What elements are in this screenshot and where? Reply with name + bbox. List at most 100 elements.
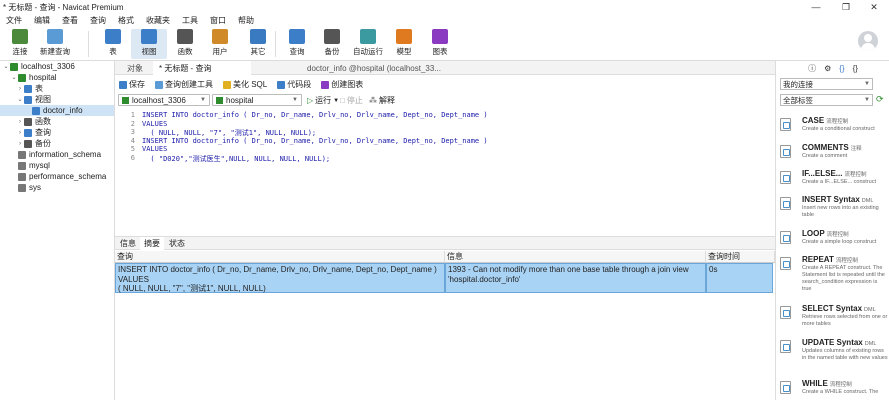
maximize-button[interactable]: ❐ bbox=[831, 0, 861, 14]
tag-filter-select[interactable]: 全部标签 ▼ bbox=[780, 94, 873, 106]
menu-edit[interactable]: 编辑 bbox=[28, 15, 56, 26]
gear-icon[interactable]: ⚙ bbox=[824, 64, 831, 73]
tab-untitled-query[interactable]: * 无标题 - 查询 bbox=[153, 61, 251, 75]
expand-arrow-icon[interactable]: ⌄ bbox=[16, 96, 24, 103]
expand-arrow-icon[interactable]: › bbox=[16, 130, 24, 136]
sql-editor[interactable]: 1 2 3 4 5 6 INSERT INTO doctor_info ( Dr… bbox=[115, 109, 775, 235]
menu-query[interactable]: 查询 bbox=[84, 15, 112, 26]
tab-objects[interactable]: 对象 bbox=[121, 61, 149, 75]
connect-icon bbox=[12, 29, 28, 44]
view-button[interactable]: 视图 bbox=[131, 29, 167, 59]
tree-views[interactable]: ⌄ 视图 bbox=[16, 94, 114, 105]
tree-view-doctor-info[interactable]: doctor_info bbox=[0, 105, 114, 116]
stop-icon: □ bbox=[340, 96, 345, 105]
tree-backups[interactable]: › 备份 bbox=[16, 138, 114, 149]
new-query-button[interactable]: 新建查询 bbox=[37, 29, 73, 59]
expand-arrow-icon[interactable]: › bbox=[16, 86, 24, 92]
column-header-query[interactable]: 查询 bbox=[115, 251, 445, 263]
tree-database-performance-schema[interactable]: performance_schema bbox=[10, 171, 114, 182]
line-number: 4 bbox=[130, 136, 135, 145]
snippet-icon bbox=[780, 197, 791, 210]
tab-doctor-info[interactable]: doctor_info @hospital (localhost_33... bbox=[301, 61, 441, 75]
menu-file[interactable]: 文件 bbox=[0, 15, 28, 26]
save-button[interactable]: 保存 bbox=[119, 79, 145, 90]
explain-button[interactable]: ⁂ 解释 bbox=[369, 95, 395, 106]
menu-help[interactable]: 帮助 bbox=[232, 15, 260, 26]
info-icon[interactable]: ⓘ bbox=[808, 63, 816, 74]
function-icon bbox=[24, 117, 32, 126]
menu-tools[interactable]: 工具 bbox=[176, 15, 204, 26]
query-builder-button[interactable]: 查询创建工具 bbox=[155, 79, 213, 90]
result-tabs: 信息 摘要 状态 bbox=[115, 236, 775, 250]
chart-icon bbox=[321, 80, 330, 89]
model-button[interactable]: 模型 bbox=[386, 29, 422, 59]
tree-queries[interactable]: › 查询 bbox=[16, 127, 114, 138]
tree-database-hospital[interactable]: ⌄ hospital bbox=[10, 72, 114, 83]
menu-view[interactable]: 查看 bbox=[56, 15, 84, 26]
code-line: INSERT INTO doctor_info ( Dr_no, Dr_name… bbox=[142, 111, 488, 119]
auto-run-button[interactable]: 自动运行 bbox=[350, 29, 386, 59]
tree-database-information-schema[interactable]: information_schema bbox=[10, 149, 114, 160]
stop-button[interactable]: □ 停止 bbox=[340, 95, 363, 106]
menu-favorites[interactable]: 收藏夹 bbox=[140, 15, 176, 26]
refresh-icon[interactable]: ⟳ bbox=[876, 94, 884, 105]
tab-message[interactable]: 信息 bbox=[116, 237, 140, 250]
chevron-down-icon: ▼ bbox=[864, 97, 870, 103]
connect-button[interactable]: 连接 bbox=[2, 29, 38, 59]
line-number: 1 bbox=[130, 111, 135, 119]
connection-tree: ⌄ localhost_3306 ⌄ hospital › 表 ⌄ 视图 doctor_… bbox=[0, 61, 115, 400]
query-toolbar: 保存 查询创建工具 美化 SQL 代码段 创建图表 bbox=[115, 77, 775, 92]
new-query-icon bbox=[47, 29, 63, 44]
table-button[interactable]: 表 bbox=[95, 29, 131, 59]
tab-summary[interactable]: 摘要 bbox=[140, 237, 164, 250]
close-button[interactable]: ✕ bbox=[859, 0, 889, 14]
column-header-time[interactable]: 查询时间 bbox=[706, 251, 775, 263]
column-header-info[interactable]: 信息 bbox=[445, 251, 706, 263]
snippet-icon bbox=[780, 145, 791, 158]
query-icon bbox=[24, 128, 32, 137]
tree-database-mysql[interactable]: mysql bbox=[10, 160, 114, 171]
tree-functions[interactable]: › 函数 bbox=[16, 116, 114, 127]
line-number: 3 bbox=[130, 128, 135, 136]
other-icon bbox=[250, 29, 266, 44]
create-chart-button[interactable]: 创建图表 bbox=[321, 79, 363, 90]
code-icon[interactable]: {} bbox=[853, 64, 858, 73]
query-button[interactable]: 查询 bbox=[279, 29, 315, 59]
minimize-button[interactable]: — bbox=[801, 0, 831, 14]
expand-arrow-icon[interactable]: › bbox=[16, 141, 24, 147]
result-cell-query[interactable]: INSERT INTO doctor_info ( Dr_no, Dr_name… bbox=[115, 263, 445, 293]
connection-filter-select[interactable]: 我的连接 ▼ bbox=[780, 78, 873, 90]
snippet-icon bbox=[780, 340, 791, 353]
beautify-sql-button[interactable]: 美化 SQL bbox=[223, 79, 267, 90]
user-avatar[interactable] bbox=[858, 31, 878, 51]
menu-bar: 文件 编辑 查看 查询 格式 收藏夹 工具 窗口 帮助 bbox=[0, 14, 889, 27]
chart-button[interactable]: 图表 bbox=[422, 29, 458, 59]
tree-database-sys[interactable]: sys bbox=[10, 182, 114, 193]
connection-select[interactable]: localhost_3306 ▼ bbox=[118, 94, 210, 106]
database-icon bbox=[18, 161, 26, 170]
code-line: INSERT INTO doctor_info ( Dr_no, Dr_name… bbox=[142, 136, 488, 145]
snippet-icon[interactable]: {} bbox=[839, 64, 844, 73]
tree-tables[interactable]: › 表 bbox=[16, 83, 114, 94]
database-select[interactable]: hospital ▼ bbox=[212, 94, 302, 106]
result-cell-info[interactable]: 1393 - Can not modify more than one base… bbox=[445, 263, 706, 293]
function-button[interactable]: 函数 bbox=[167, 29, 203, 59]
line-number: 5 bbox=[130, 145, 135, 153]
expand-arrow-icon[interactable]: ⌄ bbox=[2, 63, 10, 70]
run-button[interactable]: ▷ 运行 ▼ bbox=[307, 95, 339, 106]
tab-status[interactable]: 状态 bbox=[165, 237, 189, 250]
database-icon bbox=[216, 96, 223, 104]
menu-window[interactable]: 窗口 bbox=[204, 15, 232, 26]
backup-button[interactable]: 备份 bbox=[314, 29, 350, 59]
user-button[interactable]: 用户 bbox=[202, 29, 238, 59]
user-icon bbox=[212, 29, 228, 44]
tree-connection-localhost[interactable]: ⌄ localhost_3306 bbox=[2, 61, 114, 72]
code-snippet-button[interactable]: 代码段 bbox=[277, 79, 311, 90]
table-folder-icon bbox=[24, 84, 32, 93]
expand-arrow-icon[interactable]: › bbox=[16, 119, 24, 125]
view-folder-icon bbox=[24, 95, 32, 104]
menu-format[interactable]: 格式 bbox=[112, 15, 140, 26]
other-button[interactable]: 其它 bbox=[240, 29, 276, 59]
result-cell-time[interactable]: 0s bbox=[706, 263, 773, 293]
expand-arrow-icon[interactable]: ⌄ bbox=[10, 74, 18, 81]
